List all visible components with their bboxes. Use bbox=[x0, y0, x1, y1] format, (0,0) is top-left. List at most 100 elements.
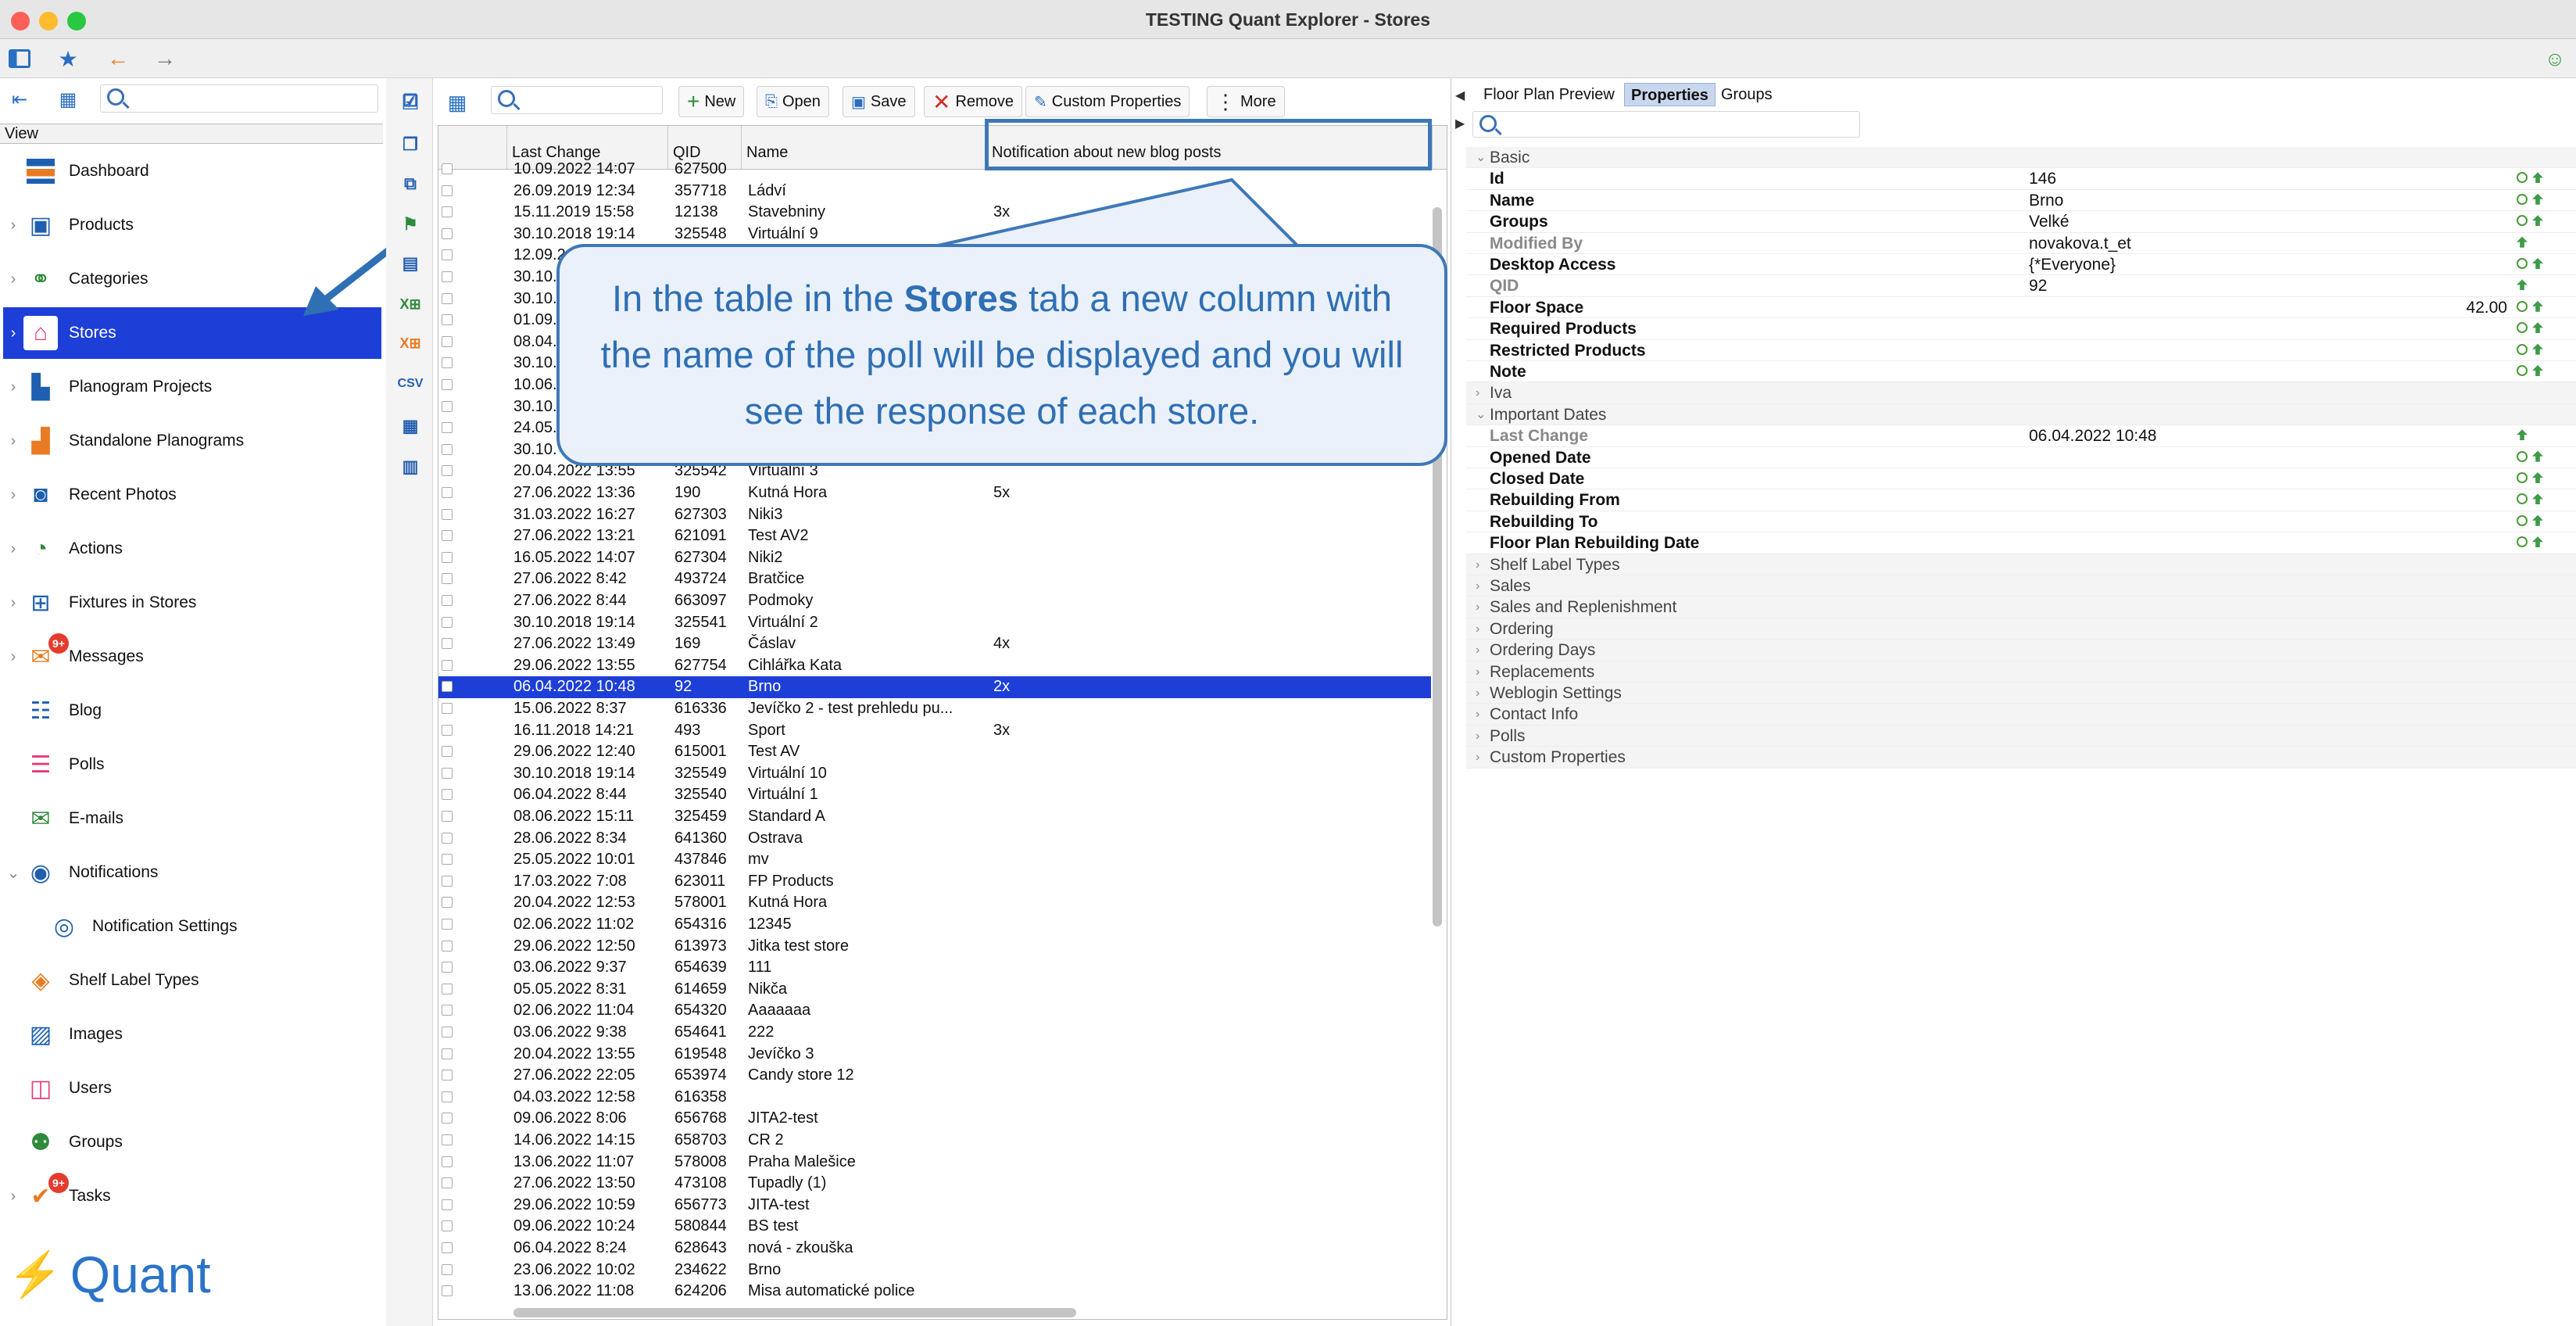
sidebar-item-fixtures-in-stores[interactable]: › ⊞ Fixtures in Stores bbox=[3, 577, 381, 629]
chevron-right-icon[interactable]: › bbox=[1476, 382, 1479, 403]
reset-icon[interactable] bbox=[2517, 343, 2528, 355]
sidebar-item-standalone-planograms[interactable]: › ▟ Standalone Planograms bbox=[3, 415, 381, 467]
save-button[interactable]: ▣ Save bbox=[843, 86, 915, 117]
inherit-arrow-icon[interactable] bbox=[2532, 450, 2543, 462]
chevron-right-icon[interactable]: › bbox=[1476, 640, 1479, 661]
table-row[interactable]: 02.06.2022 11:02 654316 12345 bbox=[438, 914, 1431, 936]
import-icon[interactable]: ⧉ bbox=[399, 172, 422, 195]
sidebar-item-shelf-label-types[interactable]: ◈ Shelf Label Types bbox=[3, 955, 381, 1006]
sidebar-item-images[interactable]: ▨ Images bbox=[3, 1009, 381, 1060]
inherit-arrow-icon[interactable] bbox=[2517, 279, 2528, 291]
table-row[interactable]: 17.03.2022 7:08 623011 FP Products bbox=[438, 871, 1431, 893]
sidebar-item-notifications[interactable]: ⌄ ◉ Notifications bbox=[3, 847, 381, 898]
columns-icon[interactable]: ▦ bbox=[444, 89, 470, 116]
row-checkbox[interactable] bbox=[442, 314, 453, 326]
smiley-icon[interactable]: ☺ bbox=[2542, 45, 2568, 72]
panel-collapse-icon[interactable]: ◀ bbox=[1455, 88, 1465, 103]
reset-icon[interactable] bbox=[2517, 215, 2528, 227]
property-row[interactable]: Modified By novakova.t_et bbox=[1466, 233, 2576, 254]
property-value[interactable]: 92 bbox=[2029, 275, 2047, 296]
inherit-arrow-icon[interactable] bbox=[2532, 193, 2543, 205]
table-row[interactable]: 27.06.2022 13:50 473108 Tupadly (1) bbox=[438, 1173, 1431, 1195]
inherit-arrow-icon[interactable] bbox=[2517, 236, 2528, 248]
table-horizontal-scrollbar[interactable] bbox=[513, 1308, 1076, 1317]
property-value[interactable]: 06.04.2022 10:48 bbox=[2029, 425, 2157, 446]
back-arrow-icon[interactable]: ← bbox=[105, 45, 131, 72]
reset-icon[interactable] bbox=[2517, 472, 2528, 483]
table-row[interactable]: 06.04.2022 8:44 325540 Virtuální 1 bbox=[438, 784, 1431, 806]
property-value[interactable]: Brno bbox=[2029, 190, 2063, 211]
row-checkbox[interactable] bbox=[442, 983, 453, 994]
favorites-star-icon[interactable]: ★ bbox=[55, 45, 81, 72]
chevron-right-icon[interactable]: › bbox=[1476, 597, 1479, 618]
select-icon[interactable]: ☑ bbox=[397, 89, 424, 116]
table-row[interactable]: 13.06.2022 11:08 624206 Misa automatické p… bbox=[438, 1281, 1431, 1303]
row-checkbox[interactable] bbox=[442, 335, 453, 347]
property-row[interactable]: Rebuilding To bbox=[1466, 511, 2576, 533]
new-button[interactable]: + New bbox=[678, 86, 745, 117]
table-row[interactable]: 25.05.2022 10:01 437846 mv bbox=[438, 849, 1431, 871]
row-checkbox[interactable] bbox=[442, 638, 453, 650]
property-group[interactable]: › Sales bbox=[1466, 575, 2576, 597]
property-row[interactable]: Note bbox=[1466, 361, 2576, 383]
sidebar-item-users[interactable]: ◫ Users bbox=[3, 1063, 381, 1114]
row-checkbox[interactable] bbox=[442, 357, 453, 369]
chart-icon[interactable]: ▥ bbox=[399, 455, 422, 478]
sidebar-item-actions[interactable]: › ◔ Actions bbox=[3, 523, 381, 575]
row-checkbox[interactable] bbox=[442, 185, 453, 196]
row-checkbox[interactable] bbox=[442, 379, 453, 390]
csv-icon[interactable]: CSV bbox=[398, 372, 424, 396]
copy-icon[interactable]: ❐ bbox=[399, 133, 422, 156]
row-checkbox[interactable] bbox=[442, 206, 453, 218]
property-group[interactable]: › Ordering Days bbox=[1466, 640, 2576, 661]
reset-icon[interactable] bbox=[2517, 450, 2528, 462]
table-row[interactable]: 02.06.2022 11:04 654320 Aaaaaaa bbox=[438, 1000, 1431, 1022]
table-row[interactable]: 08.06.2022 15:11 325459 Standard A bbox=[438, 806, 1431, 828]
sidebar-item-recent-photos[interactable]: › ◙ Recent Photos bbox=[3, 469, 381, 521]
table-row[interactable]: 30.10.2018 19:14 325549 Virtuální 10 bbox=[438, 763, 1431, 785]
property-row[interactable]: Floor Space 42.00 bbox=[1466, 297, 2576, 319]
property-row[interactable]: QID 92 bbox=[1466, 275, 2576, 297]
tab-floor-plan-preview[interactable]: Floor Plan Preview bbox=[1477, 83, 1621, 106]
row-checkbox[interactable] bbox=[442, 1091, 453, 1102]
reset-icon[interactable] bbox=[2517, 300, 2528, 312]
reset-icon[interactable] bbox=[2517, 536, 2528, 548]
inherit-arrow-icon[interactable] bbox=[2532, 343, 2543, 355]
table-row[interactable]: 20.04.2022 12:53 578001 Kutná Hora bbox=[438, 892, 1431, 914]
table-row[interactable]: 30.10.2018 19:14 325541 Virtuální 2 bbox=[438, 612, 1431, 634]
sidebar-toggle-icon[interactable] bbox=[6, 45, 33, 72]
table-row[interactable]: 28.06.2022 8:34 641360 Ostrava bbox=[438, 828, 1431, 850]
sidebar-item-emails[interactable]: ✉ E-mails bbox=[3, 793, 381, 844]
tab-properties[interactable]: Properties bbox=[1624, 83, 1716, 106]
inherit-arrow-icon[interactable] bbox=[2532, 514, 2543, 526]
sidebar-search-input[interactable] bbox=[100, 84, 378, 113]
chevron-right-icon[interactable]: › bbox=[1476, 747, 1479, 768]
chevron-down-icon[interactable]: ⌄ bbox=[1476, 147, 1486, 168]
reset-icon[interactable] bbox=[2517, 493, 2528, 505]
row-checkbox[interactable] bbox=[442, 422, 453, 434]
table-row[interactable]: 29.06.2022 12:50 613973 Jitka test store bbox=[438, 936, 1431, 958]
chevron-right-icon[interactable]: › bbox=[1476, 575, 1479, 597]
table-row[interactable]: 14.06.2022 14:15 658703 CR 2 bbox=[438, 1130, 1431, 1152]
row-checkbox[interactable] bbox=[442, 703, 453, 714]
row-checkbox[interactable] bbox=[442, 1134, 453, 1145]
property-value[interactable]: Velké bbox=[2029, 211, 2069, 232]
table-row[interactable]: 13.06.2022 11:07 578008 Praha Malešice bbox=[438, 1152, 1431, 1174]
table-row[interactable]: 16.11.2018 14:21 493 Sport 3x bbox=[438, 720, 1431, 742]
property-row[interactable]: Required Products bbox=[1466, 318, 2576, 340]
property-value[interactable]: {*Everyone} bbox=[2029, 254, 2116, 275]
row-checkbox[interactable] bbox=[442, 811, 453, 822]
row-checkbox[interactable] bbox=[442, 616, 453, 628]
open-button[interactable]: ⎘ Open bbox=[757, 86, 829, 117]
flag-icon[interactable]: ⚑ bbox=[399, 213, 422, 236]
row-checkbox[interactable] bbox=[442, 940, 453, 951]
property-row[interactable]: Last Change 06.04.2022 10:48 bbox=[1466, 425, 2576, 447]
sidebar-item-notification-settings[interactable]: ◎ Notification Settings bbox=[27, 901, 381, 952]
row-checkbox[interactable] bbox=[442, 508, 453, 520]
row-checkbox[interactable] bbox=[442, 746, 453, 758]
inherit-arrow-icon[interactable] bbox=[2532, 493, 2543, 505]
property-value[interactable]: novakova.t_et bbox=[2029, 233, 2131, 254]
row-checkbox[interactable] bbox=[442, 595, 453, 606]
row-checkbox[interactable] bbox=[442, 724, 453, 736]
table-row[interactable]: 06.04.2022 8:24 628643 nová - zkouška bbox=[438, 1238, 1431, 1260]
